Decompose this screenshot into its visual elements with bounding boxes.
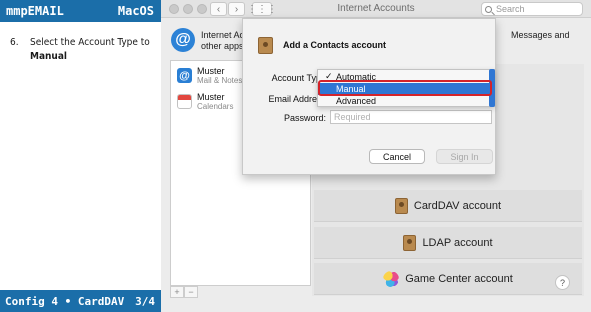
account-name: Muster: [197, 92, 225, 102]
footer-title: Config 4 • CardDAV: [5, 294, 125, 308]
help-button[interactable]: ?: [555, 275, 570, 290]
internet-accounts-window: ‹ › ⋮⋮⋮ Internet Accounts Search @ Inter…: [161, 0, 591, 312]
step-text-bold: Manual: [30, 51, 67, 62]
step-instruction: 6. Select the Account Type to Manual: [10, 36, 158, 64]
ldap-account-button[interactable]: LDAP account: [314, 227, 582, 259]
password-label: Password:: [283, 113, 326, 123]
email-address-label: Email Address: [268, 94, 326, 104]
contacts-icon: [403, 234, 417, 251]
account-services: Mail & Notes: [197, 76, 243, 85]
page-number: 3/4: [135, 294, 155, 308]
contacts-icon: [394, 197, 408, 214]
step-text: Select the Account Type to Manual: [30, 36, 150, 64]
account-type-label: Account Type: [271, 73, 326, 83]
cancel-button[interactable]: Cancel: [369, 149, 425, 164]
dialog-title: Add a Contacts account: [283, 40, 387, 50]
password-field[interactable]: Required: [330, 110, 492, 124]
doc-footer-bar: Config 4 • CardDAV 3/4: [0, 290, 161, 312]
game-center-icon: [383, 270, 400, 287]
sign-in-button[interactable]: Sign In: [436, 149, 493, 164]
header-description: Internet Ac other apps: [201, 30, 244, 52]
password-placeholder: Required: [334, 112, 371, 122]
doc-header-bar: mmpEMAIL MacOS: [0, 0, 161, 22]
header-line-1: Internet Ac: [201, 30, 245, 40]
search-icon: [485, 5, 492, 13]
search-placeholder: Search: [496, 4, 525, 14]
menu-item-label: Advanced: [336, 96, 377, 106]
calendar-icon: [177, 94, 192, 109]
title-bar: ‹ › ⋮⋮⋮ Internet Accounts Search: [161, 0, 591, 18]
header-line-2: other apps: [201, 41, 244, 51]
callout-highlight: [318, 80, 492, 96]
step-number: 6.: [10, 37, 19, 48]
account-name: Muster: [197, 66, 225, 76]
game-center-account-button[interactable]: Game Center account: [314, 263, 582, 295]
game-center-label: Game Center account: [405, 272, 513, 285]
internet-accounts-icon: @: [171, 28, 195, 52]
step-text-main: Select the Account Type to: [30, 37, 150, 48]
account-services: Calendars: [197, 102, 234, 111]
at-icon: @: [177, 68, 192, 83]
list-toolbar: + −: [170, 286, 210, 298]
contacts-icon: [258, 37, 273, 54]
os-label: MacOS: [117, 4, 154, 18]
search-field[interactable]: Search: [481, 2, 583, 16]
header-description-right: Messages and: [511, 30, 570, 40]
brand-label: mmpEMAIL: [6, 4, 64, 18]
instruction-panel: mmpEMAIL MacOS 6. Select the Account Typ…: [0, 0, 161, 312]
remove-account-button[interactable]: −: [184, 286, 198, 298]
add-account-button[interactable]: +: [170, 286, 184, 298]
menu-item-advanced[interactable]: Advanced: [318, 95, 494, 107]
ldap-label: LDAP account: [422, 236, 493, 249]
carddav-label: CardDAV account: [413, 199, 502, 212]
carddav-account-button[interactable]: CardDAV account: [314, 190, 582, 222]
